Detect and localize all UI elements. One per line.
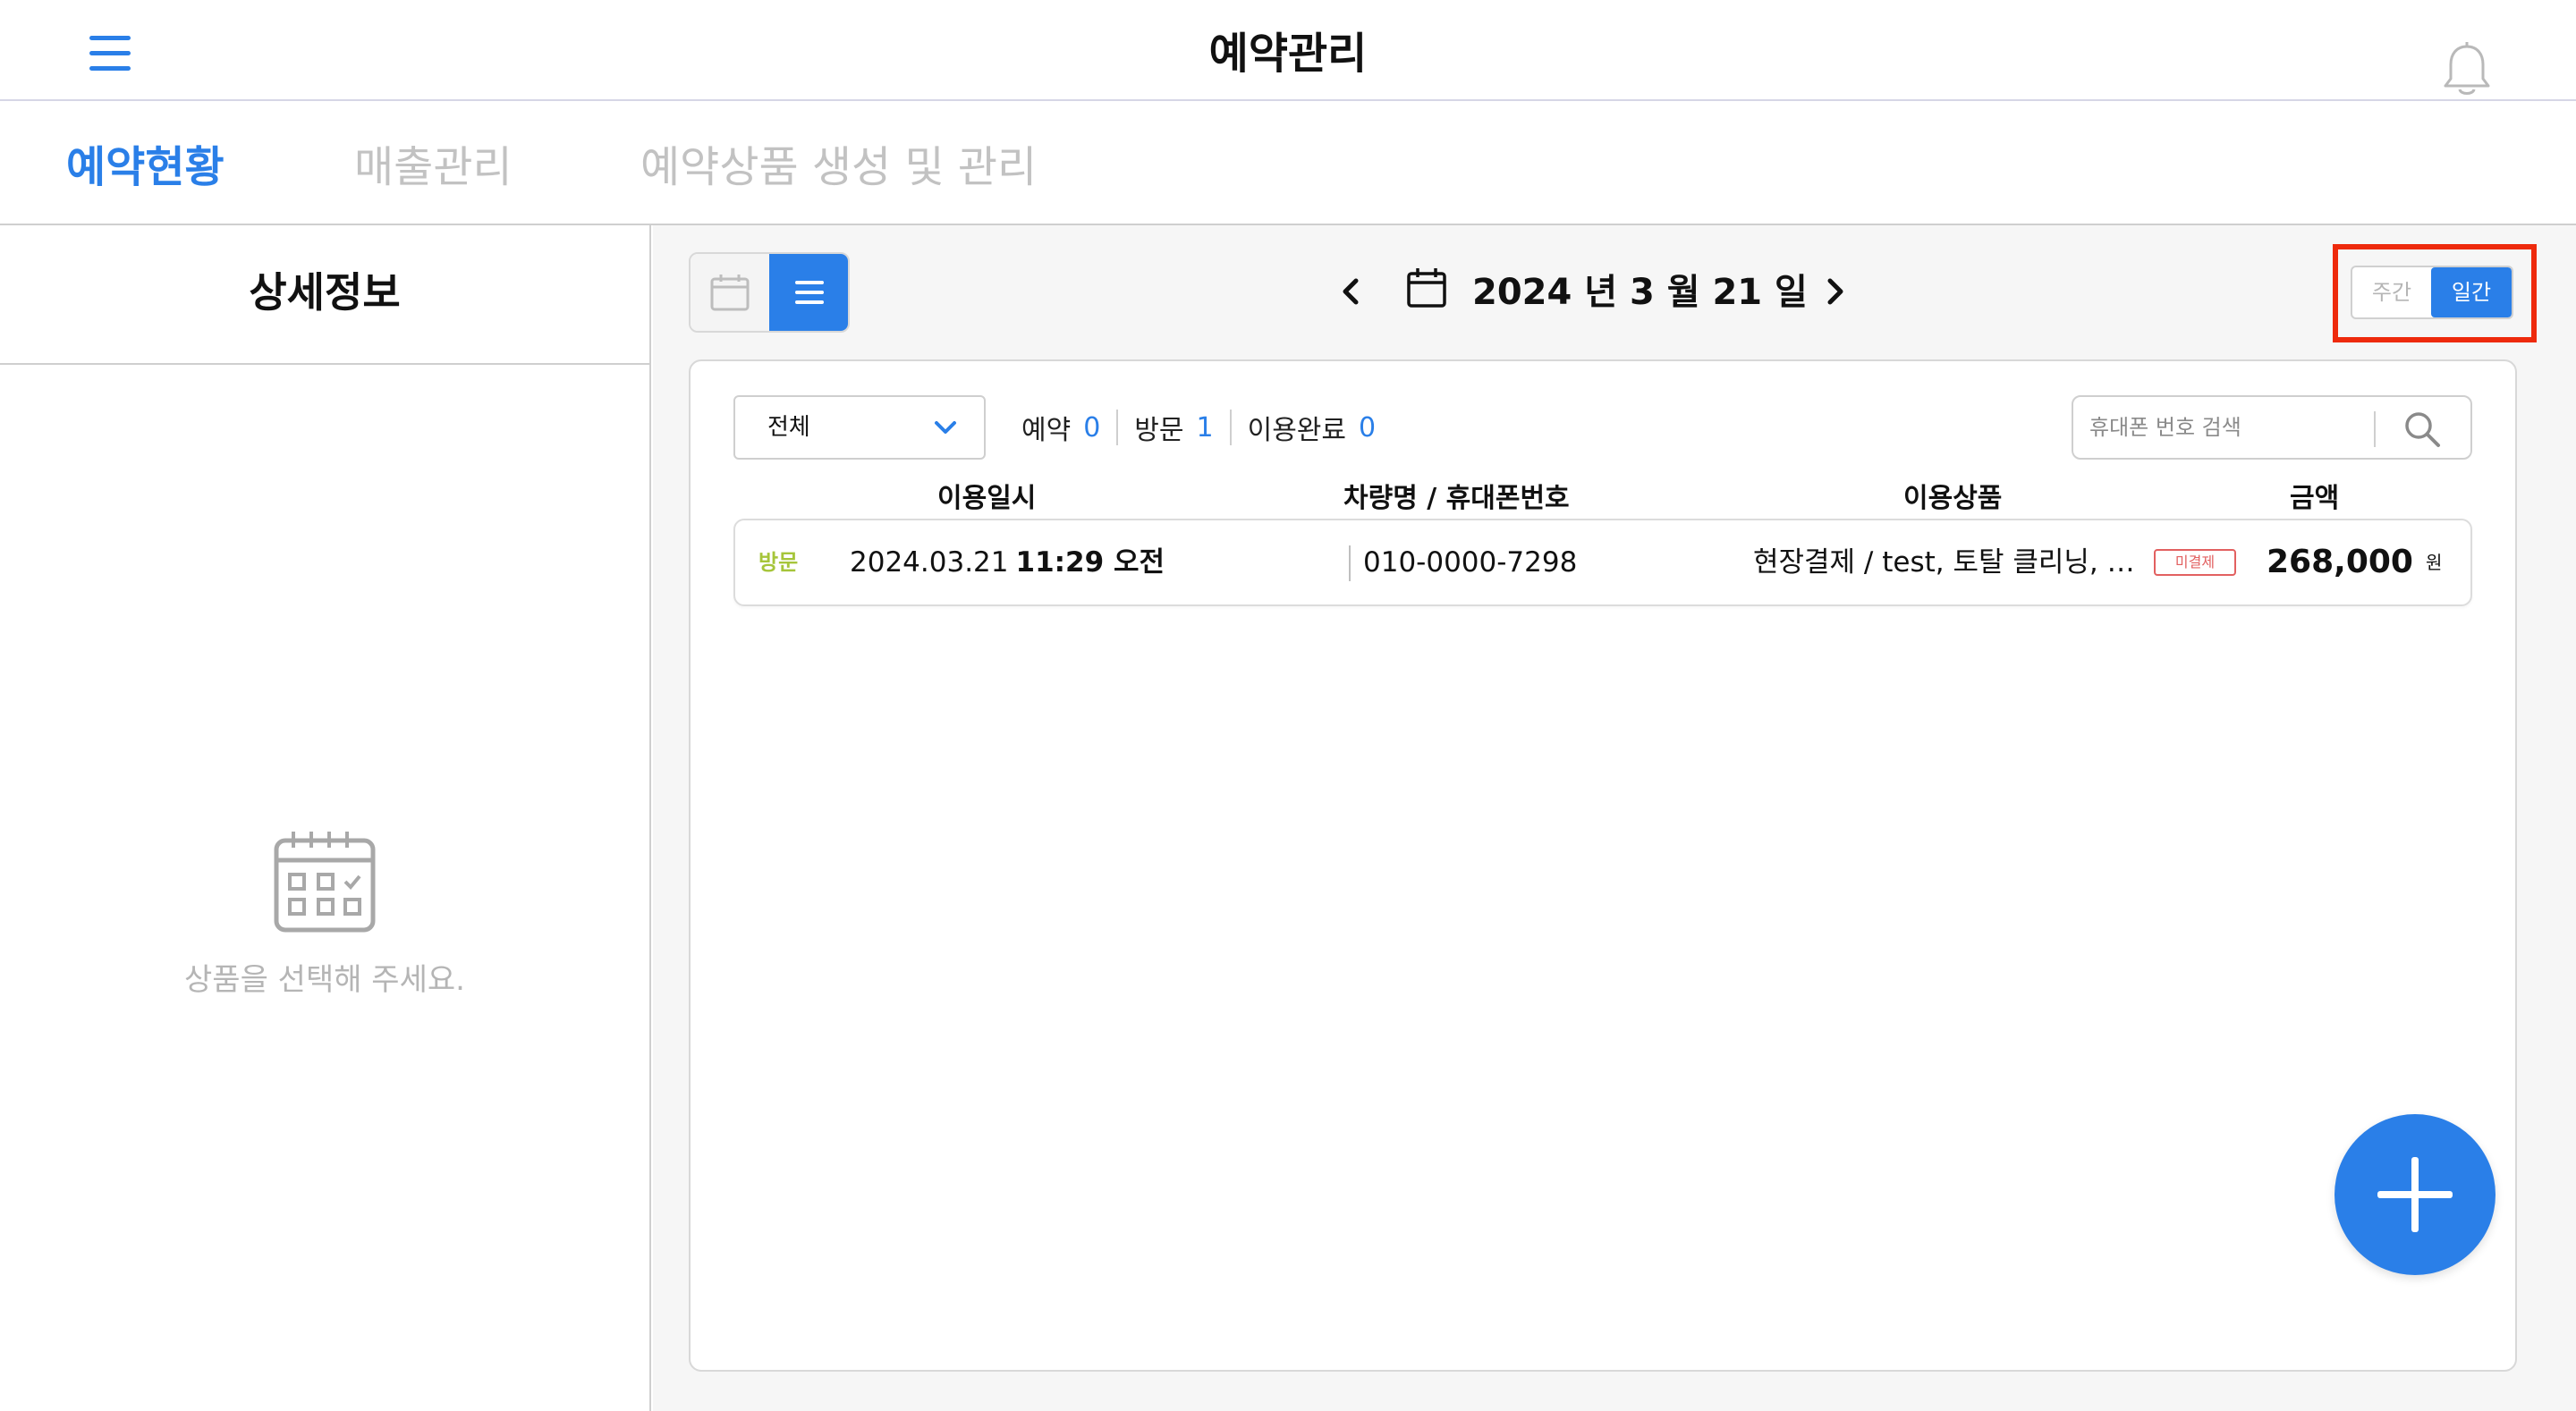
detail-panel: 상세정보 상품을 선택해 주세요. — [0, 225, 651, 1411]
unpaid-badge: 미결제 — [2154, 549, 2236, 576]
row-divider — [1349, 545, 1351, 581]
detail-panel-title: 상세정보 — [0, 225, 649, 365]
prev-date-chevron-left-icon[interactable] — [1333, 268, 1368, 315]
reservation-panel: 2024 년 3 월 21 일 주간 일간 전체 예약 0 방문 1 이용완료 … — [653, 225, 2576, 1411]
count-reservation-label: 예약 — [1021, 415, 1072, 446]
empty-state-message: 상품을 선택해 주세요. — [184, 962, 465, 998]
view-mode-toggle — [689, 252, 850, 333]
add-reservation-plus-icon-button[interactable] — [2334, 1114, 2496, 1275]
bell-icon[interactable] — [2440, 41, 2494, 100]
status-filter-select[interactable]: 전체 — [733, 395, 986, 460]
search-divider — [2374, 411, 2376, 447]
count-visit-label: 방문 — [1134, 415, 1184, 446]
calendar-view-button[interactable] — [691, 254, 769, 331]
calendar-check-icon — [274, 830, 376, 934]
tab-sales-management[interactable]: 매출관리 — [354, 131, 513, 194]
count-divider — [1229, 410, 1232, 445]
page-title: 예약관리 — [1208, 29, 1368, 79]
search-icon[interactable] — [2402, 410, 2442, 449]
column-header-product: 이용상품 — [1903, 483, 2003, 514]
count-completed-label: 이용완료 — [1247, 415, 1346, 446]
app-header: 예약관리 — [0, 0, 2576, 101]
main-tabs: 예약현황 매출관리 예약상품 생성 및 관리 — [0, 101, 2576, 225]
row-date: 2024.03.21 — [850, 546, 1009, 579]
reservation-list-card: 전체 예약 0 방문 1 이용완료 0 이용일시 — [689, 359, 2517, 1372]
count-reservation-value: 0 — [1083, 411, 1101, 444]
phone-search-input[interactable] — [2088, 404, 2356, 451]
date-navigator: 2024 년 3 월 21 일 — [1333, 261, 1869, 324]
row-amount-unit: 원 — [2426, 552, 2443, 573]
phone-search-box — [2072, 395, 2472, 460]
row-amount: 268,000 — [2267, 544, 2413, 580]
row-status-badge: 방문 — [758, 550, 799, 575]
current-date-label[interactable]: 2024 년 3 월 21 일 — [1472, 261, 1808, 324]
list-icon — [795, 281, 824, 304]
column-header-datetime: 이용일시 — [937, 483, 1037, 514]
tab-product-management[interactable]: 예약상품 생성 및 관리 — [640, 131, 1037, 194]
row-time: 11:29 오전 — [1015, 546, 1165, 579]
list-view-button[interactable] — [769, 254, 848, 331]
count-completed-value: 0 — [1359, 411, 1377, 444]
column-header-vehicle-phone: 차량명 / 휴대폰번호 — [1343, 483, 1570, 514]
calendar-icon — [710, 275, 750, 311]
plus-icon-bar — [2411, 1157, 2419, 1232]
row-phone: 010-0000-7298 — [1363, 546, 1578, 579]
reservation-row[interactable]: 방문 2024.03.21 11:29 오전 010-0000-7298 현장결제… — [733, 519, 2472, 606]
next-date-chevron-right-icon[interactable] — [1818, 268, 1853, 315]
row-datetime: 2024.03.21 11:29 오전 — [850, 520, 1165, 604]
daily-button[interactable]: 일간 — [2431, 267, 2512, 317]
row-product: 현장결제 / test, 토탈 클리닝, 디테일링 — [1753, 546, 2143, 579]
count-visit-value: 1 — [1196, 411, 1214, 444]
period-toggle: 주간 일간 — [2351, 266, 2513, 319]
tab-reservation-status[interactable]: 예약현황 — [66, 131, 225, 194]
calendar-icon[interactable] — [1406, 266, 1447, 309]
count-divider — [1116, 410, 1119, 445]
status-filter-value: 전체 — [767, 414, 810, 441]
weekly-button[interactable]: 주간 — [2352, 267, 2431, 317]
chevron-down-icon — [935, 421, 956, 434]
status-counts: 예약 0 방문 1 이용완료 0 — [1021, 402, 1376, 452]
column-header-amount: 금액 — [2290, 483, 2340, 514]
